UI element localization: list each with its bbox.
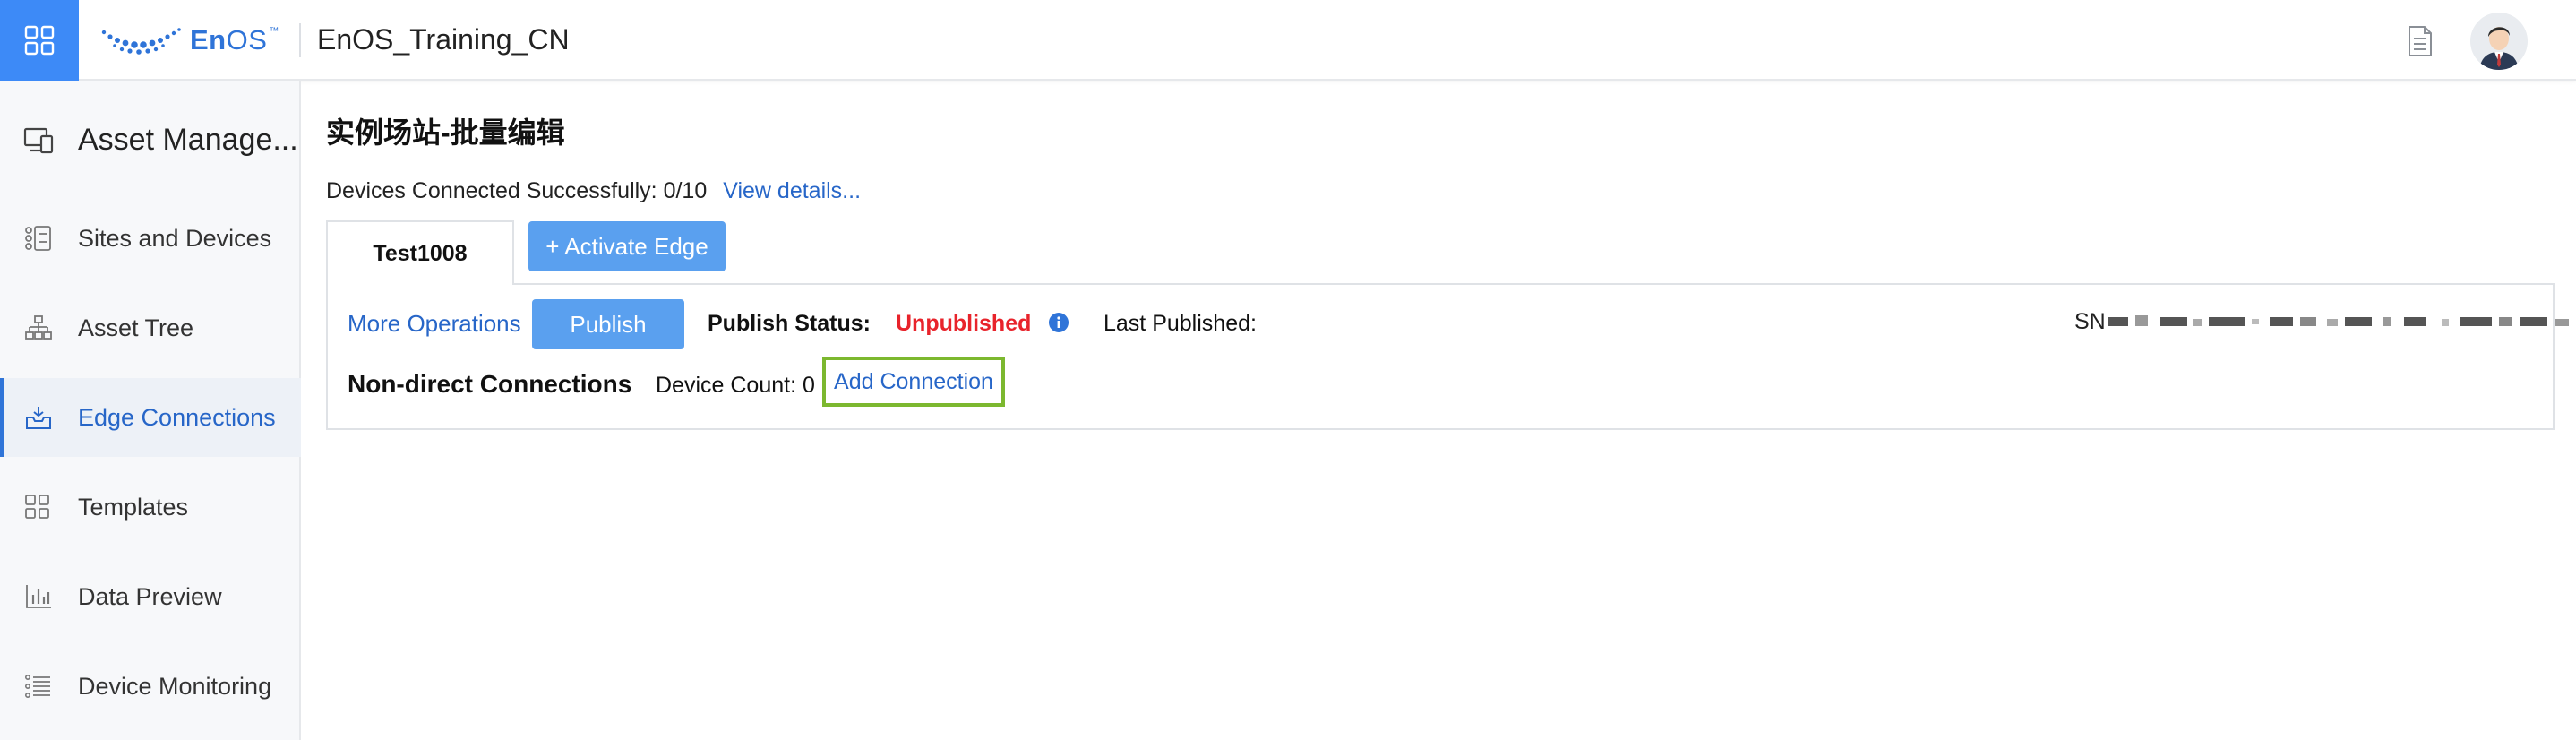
edge-panel: More Operations Publish Publish Status: …: [326, 283, 2569, 430]
devices-connected-line: Devices Connected Successfully: 0/10 View…: [326, 176, 861, 206]
devices-connected-text: Devices Connected Successfully: 0/10: [326, 178, 708, 203]
sidebar-item-templates[interactable]: Templates: [0, 468, 301, 546]
sites-devices-icon: [25, 226, 51, 251]
top-bar: EnOS ™ EnOS_Training_CN: [0, 0, 2576, 81]
sidebar-module-asset-management[interactable]: Asset Manage...: [0, 108, 301, 172]
more-operations-link[interactable]: More Operations: [348, 308, 521, 339]
user-avatar-icon: [2470, 13, 2528, 70]
monitor-device-icon: [23, 127, 54, 154]
header-divider: [299, 23, 301, 57]
sidebar-item-edge-connections[interactable]: Edge Connections: [0, 378, 301, 457]
brand-logo[interactable]: EnOS ™: [100, 22, 279, 58]
sidebar-item-asset-tree[interactable]: Asset Tree: [0, 288, 301, 367]
sidebar-item-label: Data Preview: [78, 582, 222, 610]
device-count: Device Count: 0: [656, 373, 815, 398]
view-details-link[interactable]: View details...: [723, 178, 861, 203]
organization-title[interactable]: EnOS_Training_CN: [317, 22, 570, 57]
non-direct-connections-title: Non-direct Connections: [348, 370, 632, 398]
documentation-button[interactable]: [2402, 22, 2438, 61]
template-grid-icon: [25, 495, 49, 519]
serial-number-redacted: [2108, 315, 2569, 326]
brand-name: EnOS: [190, 24, 267, 56]
info-icon[interactable]: [1048, 312, 1069, 333]
sidebar-item-device-monitoring[interactable]: Device Monitoring: [0, 647, 301, 726]
sidebar-item-label: Sites and Devices: [78, 224, 272, 252]
activate-edge-button[interactable]: + Activate Edge: [528, 221, 726, 271]
publish-button[interactable]: Publish: [532, 299, 684, 349]
enos-dots-logo-icon: [101, 28, 181, 55]
brand-name-light: OS: [226, 24, 268, 56]
app-grid-icon: [24, 25, 55, 56]
sidebar-item-label: Asset Tree: [78, 314, 194, 341]
add-connection-link[interactable]: Add Connection: [822, 357, 1005, 407]
bar-chart-icon: [26, 585, 51, 608]
serial-number-prefix: SN: [2074, 309, 2106, 334]
asset-tree-icon: [25, 315, 52, 340]
sidebar-item-label: Device Monitoring: [78, 672, 272, 700]
sidebar: Asset Manage... Sites and Devices Asset …: [0, 81, 301, 740]
brand-name-bold: En: [190, 24, 227, 56]
sidebar-item-label: Edge Connections: [78, 403, 276, 431]
user-avatar[interactable]: [2470, 13, 2528, 70]
brand-trademark: ™: [269, 26, 279, 37]
document-icon: [2409, 26, 2432, 56]
sidebar-item-sites-and-devices[interactable]: Sites and Devices: [0, 199, 301, 278]
sidebar-item-label: Templates: [78, 493, 189, 521]
list-icon: [25, 675, 50, 698]
page-title: 实例场站-批量编辑: [326, 116, 565, 149]
sidebar-module-title: Asset Manage...: [78, 122, 298, 157]
inbox-icon: [26, 407, 51, 429]
publish-status-label: Publish Status:: [708, 311, 871, 336]
publish-status-value: Unpublished: [896, 311, 1032, 336]
app-launcher-button[interactable]: [0, 0, 79, 81]
sidebar-item-data-preview[interactable]: Data Preview: [0, 557, 301, 636]
last-published-label: Last Published:: [1103, 311, 1257, 336]
edge-tab-test1008[interactable]: Test1008: [326, 220, 514, 285]
